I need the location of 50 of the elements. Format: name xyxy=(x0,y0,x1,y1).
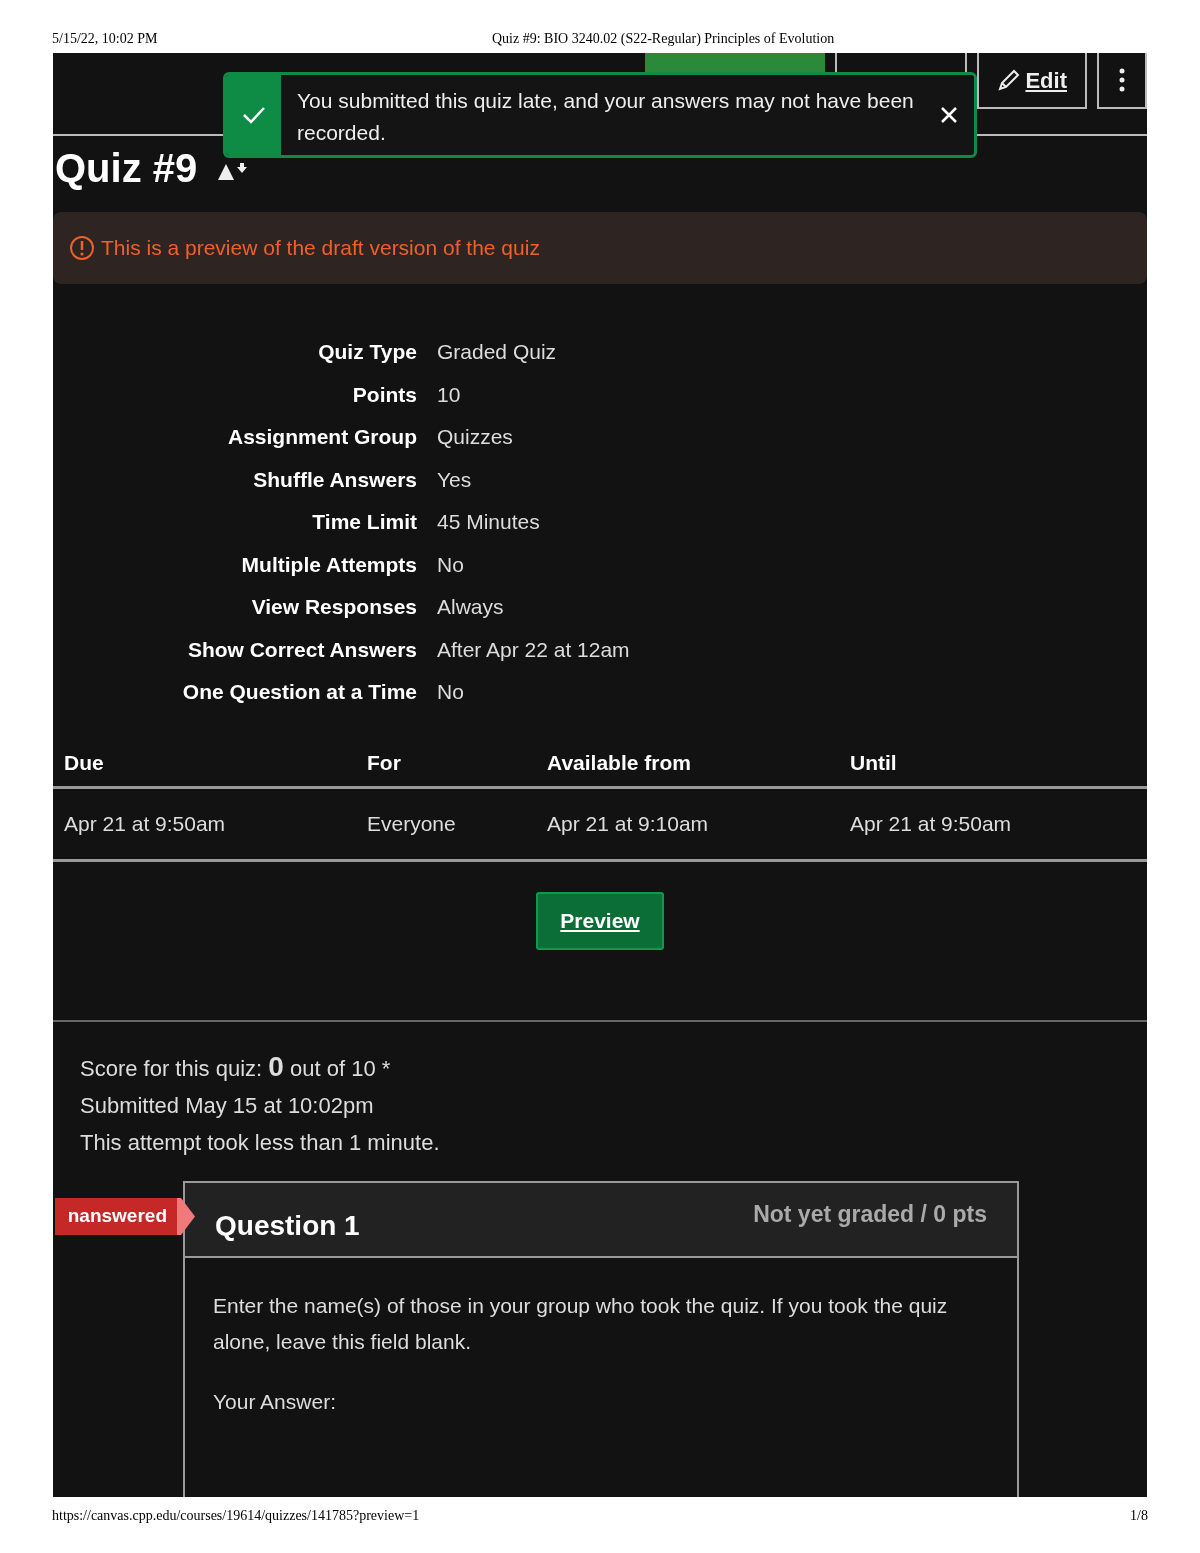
print-date: 5/15/22, 10:02 PM xyxy=(52,30,159,48)
edit-button[interactable]: Edit xyxy=(977,53,1087,109)
toast-message: You submitted this quiz late, and your answers may not have been recorded. xyxy=(296,88,915,146)
detail-value: 45 Minutes xyxy=(437,509,541,535)
detail-label: View Responses xyxy=(250,594,417,620)
kebab-icon xyxy=(1119,68,1125,92)
detail-label: One Question at a Time xyxy=(181,679,417,705)
question-title: Question 1 xyxy=(215,1208,360,1243)
check-icon xyxy=(241,106,266,124)
table-cell: Everyone xyxy=(356,787,536,861)
table-cell: Apr 21 at 9:50am xyxy=(53,787,356,861)
table-cell: Apr 21 at 9:10am xyxy=(536,787,839,861)
column-header: Due xyxy=(53,739,356,788)
question-text: Enter the name(s) of those in your group who took the quiz. If you took the quiz alone, leave this field blank. xyxy=(213,1293,949,1355)
more-button[interactable] xyxy=(1097,53,1147,109)
close-icon[interactable] xyxy=(940,106,958,124)
detail-value: 10 xyxy=(437,381,462,408)
table-cell: Apr 21 at 9:50am xyxy=(839,787,1147,861)
quiz-title: Quiz #9 xyxy=(55,145,198,192)
detail-label: Show Correct Answers xyxy=(186,636,417,663)
detail-label: Time Limit xyxy=(311,509,417,535)
notice-text: This is a preview of the draft version of the quiz xyxy=(101,235,540,262)
detail-label: Points xyxy=(351,381,417,408)
detail-value: No xyxy=(437,551,465,578)
detail-label: Assignment Group xyxy=(227,424,417,450)
detail-value: Yes xyxy=(437,466,473,493)
detail-value: Graded Quiz xyxy=(437,339,558,365)
ribbon-tip xyxy=(177,1198,195,1235)
detail-label: Shuffle Answers xyxy=(252,466,417,493)
question-grade: Not yet graded / 0 pts xyxy=(753,1200,987,1230)
page-url: https://canvas.cpp.edu/courses/19614/quizzes/141785?preview=1 xyxy=(52,1507,420,1525)
preview-button[interactable]: Preview xyxy=(536,892,664,950)
detail-value: After Apr 22 at 12am xyxy=(437,636,631,663)
warning-icon xyxy=(69,235,95,261)
status-ribbon: nanswered xyxy=(55,1198,177,1235)
submitted-text: Submitted May 15 at 10:02pm xyxy=(80,1092,375,1120)
detail-label: Quiz Type xyxy=(317,339,417,365)
score-text: Score for this quiz: 0 out of 10 * xyxy=(80,1050,392,1084)
pencil-icon xyxy=(997,69,1022,91)
detail-value: Always xyxy=(437,594,505,620)
detail-label: Multiple Attempts xyxy=(240,551,417,578)
page-title: Quiz #9: BIO 3240.02 (S22-Regular) Principles of Evolution xyxy=(492,30,835,48)
detail-value: Quizzes xyxy=(437,424,514,450)
column-header: Available from xyxy=(536,739,839,788)
column-header: Until xyxy=(839,739,1147,788)
page-number: 1/8 xyxy=(1130,1507,1148,1525)
column-header: For xyxy=(356,739,536,788)
duration-text: This attempt took less than 1 minute. xyxy=(80,1129,441,1157)
answer-label: Your Answer: xyxy=(213,1389,337,1415)
detail-value: No xyxy=(437,679,465,705)
